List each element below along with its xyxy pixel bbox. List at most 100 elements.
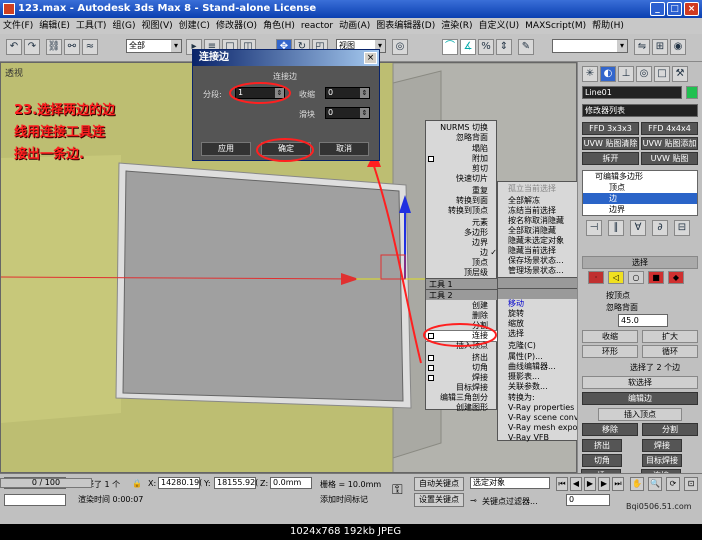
unlink-icon[interactable]: ⚯ (64, 39, 80, 55)
target-weld-button[interactable]: 目标焊接 (642, 454, 682, 467)
snap-3d-icon[interactable]: ⌒ (442, 39, 458, 55)
quad-item[interactable]: NURMS 切换 (426, 123, 498, 133)
undo-icon[interactable]: ↶ (6, 39, 22, 55)
grow-button[interactable]: 扩大 (642, 330, 698, 343)
z-coordinate-field[interactable]: 0.0mm (270, 477, 312, 489)
modify-tab-icon[interactable]: ◐ (600, 66, 616, 82)
goto-end-icon[interactable]: ⏭ (612, 477, 624, 491)
prev-frame-icon[interactable]: ◀ (570, 477, 582, 491)
quad-item[interactable]: 顶层级 (426, 268, 498, 278)
align-icon[interactable]: ⊞ (652, 39, 668, 55)
modifier-button[interactable]: FFD 4x4x4 (641, 122, 698, 135)
menu-character[interactable]: 角色(H) (260, 21, 298, 31)
quad-item[interactable]: 剪切 (426, 164, 498, 174)
bind-space-warp-icon[interactable]: ≈ (82, 39, 98, 55)
stack-item-vertex[interactable]: 顶点 (583, 182, 697, 193)
close-button[interactable]: × (684, 2, 699, 16)
modifier-button[interactable]: FFD 3x3x3 (582, 122, 639, 135)
menu-maxscript[interactable]: MAXScript(M) (522, 21, 589, 31)
menu-tools[interactable]: 工具(T) (73, 21, 110, 31)
modifier-button[interactable]: 拆开 (582, 152, 639, 165)
pan-icon[interactable]: ✋ (630, 477, 644, 491)
border-level-icon[interactable]: ○ (628, 271, 644, 284)
menu-graph-editors[interactable]: 图表编辑器(D) (373, 21, 438, 31)
extrude-button[interactable]: 挤出 (582, 439, 622, 452)
menu-create[interactable]: 创建(C) (176, 21, 213, 31)
quad-item[interactable]: 顶点 (426, 258, 498, 268)
quad-item[interactable]: 塌陷 (426, 144, 498, 154)
quad-item[interactable]: 多边形 (426, 228, 498, 238)
remove-modifier-icon[interactable]: ∂ (652, 220, 668, 236)
rollout-select-header[interactable]: 选择 (582, 256, 698, 269)
quad-item[interactable]: 转换到顶点 (426, 206, 498, 216)
menu-edit[interactable]: 编辑(E) (36, 21, 73, 31)
slide-spinner[interactable]: 0 (325, 107, 370, 119)
percent-snap-icon[interactable]: % (478, 39, 494, 55)
edge-level-icon[interactable]: ◁ (608, 271, 624, 284)
menu-views[interactable]: 视图(V) (138, 21, 175, 31)
key-selection-combo[interactable]: 选定对象 (470, 477, 550, 489)
lock-selection-icon[interactable]: 🔒 (132, 479, 142, 488)
remove-button[interactable]: 移除 (582, 423, 638, 436)
loop-button[interactable]: 循环 (642, 345, 698, 358)
vertex-level-icon[interactable]: · (588, 271, 604, 284)
ok-button[interactable]: 确定 (261, 142, 311, 156)
insert-vertex-button[interactable]: 插入顶点 (598, 408, 682, 421)
quad-item[interactable]: 编辑三角剖分 (426, 393, 498, 403)
pin-stack-icon[interactable]: ⊣ (586, 220, 602, 236)
y-coordinate-field[interactable]: 18155.92( (214, 477, 258, 489)
angle-snap-icon[interactable]: ∡ (460, 39, 476, 55)
object-name-field[interactable]: Line01 (582, 86, 682, 99)
ring-button[interactable]: 环形 (582, 345, 638, 358)
quad-item[interactable]: 切角 (426, 363, 498, 373)
orbit-icon[interactable]: ⟳ (666, 477, 680, 491)
object-color-swatch[interactable] (686, 86, 698, 99)
menu-help[interactable]: 帮助(H) (589, 21, 627, 31)
menu-file[interactable]: 文件(F) (0, 21, 36, 31)
x-coordinate-field[interactable]: 14280.19( (158, 477, 202, 489)
quad-item[interactable]: 忽略背面 (426, 133, 498, 143)
cancel-button[interactable]: 取消 (319, 142, 369, 156)
apply-button[interactable]: 应用 (201, 142, 251, 156)
quad-item[interactable]: 目标焊接 (426, 383, 498, 393)
menu-customize[interactable]: 自定义(U) (476, 21, 523, 31)
play-icon[interactable]: ▶ (584, 477, 596, 491)
goto-start-icon[interactable]: ⏮ (556, 477, 568, 491)
make-unique-icon[interactable]: ∀ (630, 220, 646, 236)
render-icon[interactable]: ◉ (670, 39, 686, 55)
quad-item[interactable]: 边 ✓ (426, 248, 498, 258)
maximize-viewport-icon[interactable]: ⊡ (684, 477, 698, 491)
angle-field[interactable]: 45.0 (618, 314, 668, 327)
pinch-spinner[interactable]: 0 (325, 87, 370, 99)
display-tab-icon[interactable]: □ (654, 66, 670, 82)
menu-animation[interactable]: 动画(A) (336, 21, 373, 31)
key-filters-button[interactable]: 关键点过滤器... (482, 496, 538, 507)
quad-item[interactable]: 创建图形 (426, 403, 498, 413)
modifier-button[interactable]: UVW 贴图添加 (641, 137, 698, 150)
quad-item[interactable]: 重复 (426, 186, 498, 196)
menu-modifiers[interactable]: 修改器(O) (213, 21, 260, 31)
split-button[interactable]: 分割 (642, 423, 698, 436)
modifier-button[interactable]: UVW 贴图清除 (582, 137, 639, 150)
soft-selection-rollout[interactable]: 软选择 (582, 376, 698, 389)
mirror-icon[interactable]: ⇋ (634, 39, 650, 55)
quad-item[interactable]: 转换到面 (426, 196, 498, 206)
modifier-button[interactable]: UVW 贴图 (641, 152, 698, 165)
set-key-button[interactable]: 设置关键点 (414, 493, 464, 507)
shrink-button[interactable]: 收缩 (582, 330, 638, 343)
selection-filter-combo[interactable]: 全部 (126, 39, 182, 53)
configure-sets-icon[interactable]: ⊟ (674, 220, 690, 236)
motion-tab-icon[interactable]: ◎ (636, 66, 652, 82)
quad-item[interactable]: 创建 (426, 301, 498, 311)
key-icon-small[interactable]: ⊸ (470, 496, 477, 505)
quad-item[interactable]: 边界 (426, 238, 498, 248)
chamfer-button[interactable]: 切角 (582, 454, 622, 467)
named-selection-icon[interactable]: ✎ (518, 39, 534, 55)
current-frame-field[interactable]: 0 (566, 494, 610, 506)
create-tab-icon[interactable]: ✳ (582, 66, 598, 82)
menu-group[interactable]: 组(G) (109, 21, 138, 31)
segments-spinner[interactable]: 1 (235, 87, 285, 99)
utilities-tab-icon[interactable]: ⚒ (672, 66, 688, 82)
add-time-tag[interactable]: 添加时间标记 (320, 494, 368, 505)
time-slider[interactable]: 0 / 100 (0, 478, 92, 488)
